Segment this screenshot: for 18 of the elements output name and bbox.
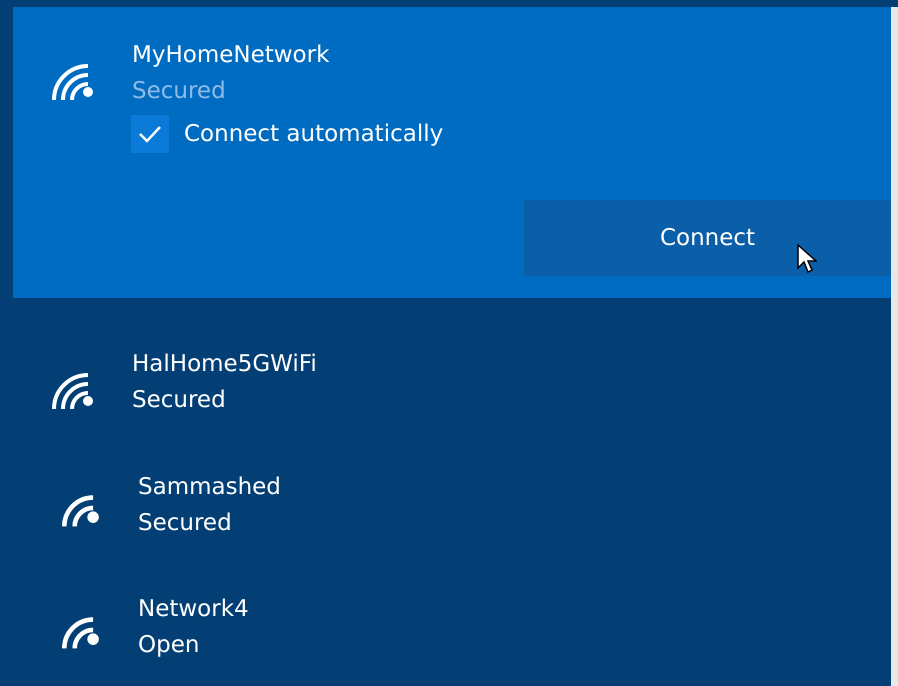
checkbox[interactable] (131, 115, 169, 153)
network-status: Secured (132, 77, 227, 106)
wifi-icon (62, 617, 100, 652)
network-name: HalHome5GWiFi (132, 350, 317, 379)
wifi-icon (62, 494, 100, 529)
network-name: MyHomeNetwork (132, 41, 330, 70)
network-status: Secured (138, 508, 233, 538)
network-item[interactable]: Network4 Open (13, 563, 891, 686)
network-item[interactable]: HalHome5GWiFi Secured (13, 318, 891, 441)
network-item[interactable]: Sammashed Secured (13, 440, 891, 564)
mouse-cursor-icon (797, 244, 817, 276)
network-status: Secured (132, 386, 227, 415)
checkbox-label: Connect automatically (184, 121, 444, 147)
network-name: Network4 (138, 595, 249, 624)
connect-button[interactable]: Connect (524, 200, 891, 276)
selected-network-panel[interactable]: MyHomeNetwork Secured Connect automatically Connect (13, 7, 891, 298)
network-name: Sammashed (138, 472, 281, 502)
network-status: Open (138, 631, 200, 660)
